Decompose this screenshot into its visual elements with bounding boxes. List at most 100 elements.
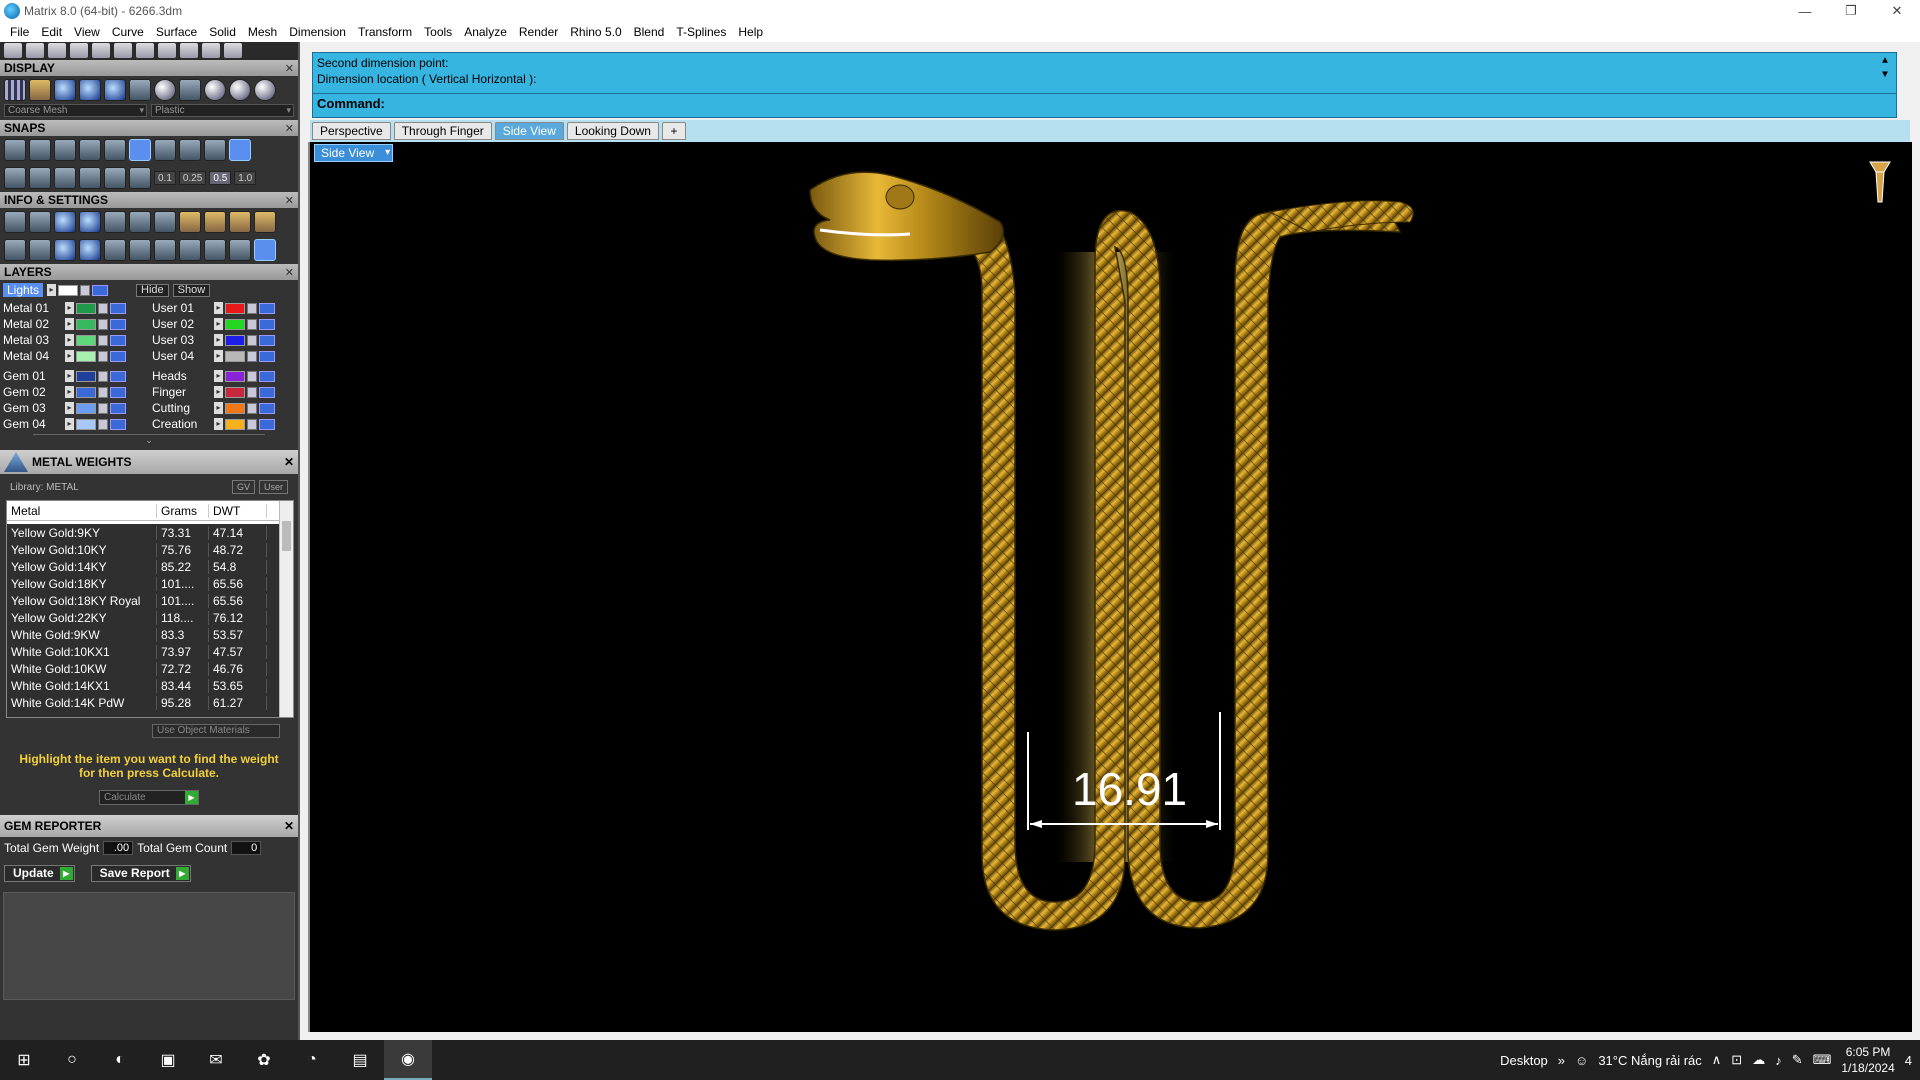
expand-icon[interactable]: ▸ — [214, 334, 223, 346]
color-swatch[interactable] — [76, 370, 96, 382]
expand-icon[interactable]: ▸ — [65, 402, 74, 414]
visible-icon[interactable] — [259, 370, 275, 382]
color-swatch[interactable] — [76, 386, 96, 398]
scroll-thumb[interactable] — [282, 521, 291, 551]
grid-view-icon[interactable] — [4, 239, 26, 261]
layer-row[interactable]: User 04 ▸ — [152, 348, 295, 364]
menu-surface[interactable]: Surface — [150, 25, 203, 39]
ghost-icon[interactable] — [104, 79, 126, 101]
visible-icon[interactable] — [110, 402, 126, 414]
pave-icon[interactable] — [204, 239, 226, 261]
visible-icon[interactable] — [110, 334, 126, 346]
layer-name[interactable]: Gem 02 — [3, 385, 63, 399]
expand-icon[interactable]: ▸ — [214, 418, 223, 430]
color-swatch[interactable] — [225, 318, 245, 330]
gv-toggle[interactable]: GV — [231, 480, 255, 494]
volume-icon[interactable]: ♪ — [1775, 1053, 1782, 1068]
layer-name[interactable]: User 02 — [152, 317, 212, 331]
table-row[interactable]: Yellow Gold:9KY 73.31 47.14 — [7, 524, 279, 541]
layer-name[interactable]: User 03 — [152, 333, 212, 347]
menu-rhino[interactable]: Rhino 5.0 — [564, 25, 627, 39]
layer-name[interactable]: Finger — [152, 385, 212, 399]
tool-icon[interactable] — [158, 43, 176, 58]
report-icon[interactable] — [254, 211, 276, 233]
scale-icon[interactable] — [129, 239, 151, 261]
color-swatch[interactable] — [76, 350, 96, 362]
add-tab-button[interactable]: + — [661, 122, 686, 140]
layers-icon[interactable] — [54, 211, 76, 233]
layer-row[interactable]: Gem 02 ▸ — [3, 384, 146, 400]
visible-icon[interactable] — [259, 402, 275, 414]
table-row[interactable]: White Gold:10KX1 73.97 47.57 — [7, 643, 279, 660]
menu-dimension[interactable]: Dimension — [283, 25, 352, 39]
hide-button[interactable]: Hide — [136, 283, 169, 297]
show-button[interactable]: Show — [172, 283, 211, 297]
calculate-button[interactable]: Calculate — [99, 790, 199, 805]
expand-icon[interactable]: ▸ — [65, 370, 74, 382]
settings-icon[interactable] — [4, 211, 26, 233]
pen-icon[interactable]: ✎ — [1792, 1052, 1803, 1068]
expand-icon[interactable]: ▸ — [214, 318, 223, 330]
visible-icon[interactable] — [92, 284, 109, 296]
expand-icon[interactable]: ▸ — [65, 302, 74, 314]
snap-int-icon[interactable] — [129, 139, 151, 161]
table-scrollbar[interactable] — [279, 501, 293, 717]
use-object-materials[interactable]: Use Object Materials — [152, 724, 280, 738]
layer-name[interactable]: Gem 03 — [3, 401, 63, 415]
layer-row[interactable]: Metal 02 ▸ — [3, 316, 146, 332]
tool-icon[interactable] — [224, 43, 242, 58]
tool-icon[interactable] — [136, 43, 154, 58]
windows-start-icon[interactable]: ⊞ — [0, 1040, 48, 1080]
color-swatch[interactable] — [58, 284, 79, 296]
layer-row[interactable]: Gem 04 ▸ — [3, 416, 146, 432]
mail-icon[interactable]: ✉ — [192, 1040, 240, 1080]
minimize-button[interactable]: — — [1782, 0, 1828, 22]
search-icon[interactable]: ○ — [48, 1040, 96, 1080]
layer-row[interactable]: Metal 03 ▸ — [3, 332, 146, 348]
visible-icon[interactable] — [110, 386, 126, 398]
visible-icon[interactable] — [259, 418, 275, 430]
tab-looking-down[interactable]: Looking Down — [566, 122, 659, 140]
layer-name[interactable]: Creation — [152, 417, 212, 431]
close-icon[interactable]: ✕ — [285, 122, 294, 135]
lock-icon[interactable] — [98, 402, 108, 414]
lock-icon[interactable] — [80, 284, 91, 296]
desktop-toolbar[interactable]: Desktop — [1500, 1053, 1548, 1068]
matrix-app-icon[interactable]: ◉ — [384, 1040, 432, 1080]
color-swatch[interactable] — [225, 418, 245, 430]
table-row[interactable]: White Gold:10KW 72.72 46.76 — [7, 660, 279, 677]
history-icon[interactable] — [129, 167, 151, 189]
scroll-arrows-icon[interactable]: ▲ ▼ — [1882, 55, 1894, 83]
bezel-icon[interactable] — [229, 211, 251, 233]
table-row[interactable]: White Gold:14KX1 83.44 53.65 — [7, 677, 279, 694]
color-swatch[interactable] — [76, 402, 96, 414]
lock-icon[interactable] — [247, 350, 257, 362]
color-swatch[interactable] — [225, 370, 245, 382]
wireframe-icon[interactable] — [4, 79, 26, 101]
layer-name[interactable]: Metal 04 — [3, 349, 63, 363]
close-icon[interactable]: ✕ — [285, 194, 294, 207]
layer-row[interactable]: User 03 ▸ — [152, 332, 295, 348]
toggle-icon[interactable] — [129, 79, 151, 101]
app-icon-green[interactable]: ✿ — [240, 1040, 288, 1080]
expand-icon[interactable]: ▸ — [214, 302, 223, 314]
material-icon[interactable] — [179, 79, 201, 101]
table-row[interactable]: White Gold:14K PdW 95.28 61.27 — [7, 694, 279, 711]
layer-name[interactable]: Metal 02 — [3, 317, 63, 331]
color-swatch[interactable] — [76, 334, 96, 346]
layer-name[interactable]: Metal 03 — [3, 333, 63, 347]
menu-curve[interactable]: Curve — [106, 25, 150, 39]
snap-center-icon[interactable] — [104, 139, 126, 161]
color-swatch[interactable] — [225, 402, 245, 414]
gem-icon[interactable] — [154, 211, 176, 233]
lock-icon[interactable] — [98, 350, 108, 362]
filter-icon[interactable] — [104, 239, 126, 261]
tool-icon[interactable] — [48, 43, 66, 58]
expand-icon[interactable]: ▸ — [214, 386, 223, 398]
layer-row[interactable]: Gem 01 ▸ — [3, 368, 146, 384]
user-toggle[interactable]: User — [258, 480, 288, 494]
expand-icon[interactable]: ▸ — [214, 402, 223, 414]
visible-icon[interactable] — [110, 350, 126, 362]
keyboard-icon[interactable]: ⌨ — [1813, 1052, 1832, 1068]
osnap-icon[interactable] — [79, 167, 101, 189]
